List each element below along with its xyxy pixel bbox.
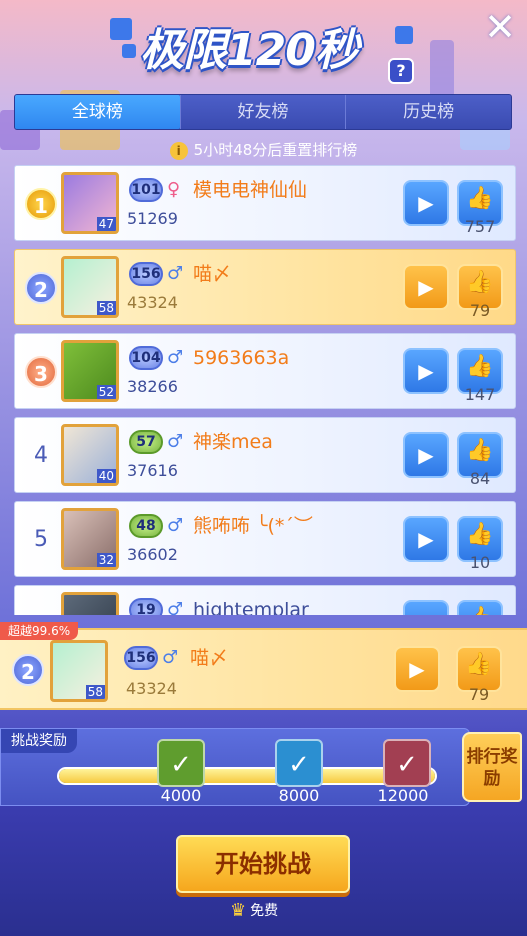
like-count: 10 [469,553,491,572]
rank-medal-silver-icon: 2 [12,654,44,686]
page-title: 极限120秒 [140,25,359,76]
male-gender-icon: ♂ [167,515,184,536]
leaderboard-tabs: 全球榜 好友榜 历史榜 [14,94,512,130]
avatar[interactable]: 52 [61,340,119,402]
beat-percent-badge: 超越99.6% [0,622,79,640]
replay-video-button[interactable]: ▶ [403,348,449,394]
player-score: 36602 [127,545,178,564]
gift-box-icon[interactable]: ✓ [383,739,431,787]
level-badge: 19 [129,598,163,615]
male-gender-icon: ♂ [167,347,184,368]
rank-number: 4 [34,443,48,468]
replay-video-button[interactable]: ▶ [403,432,449,478]
player-name: 5963663a [193,347,290,369]
avatar-level: 58 [96,301,116,315]
free-label: 免费 [250,903,279,919]
avatar-level: 40 [96,469,116,483]
replay-video-button[interactable]: ▶ [394,646,440,692]
rank-medal-bronze-icon: 3 [25,356,57,388]
player-name: 神楽mea [193,431,273,453]
my-rank-row[interactable]: 超越99.6% 2 58 156 ♂ 喵〆 43324 ▶ 👍 79 [0,622,527,710]
gift-box-icon[interactable]: ✓ [275,739,323,787]
avatar-level: 32 [96,553,116,567]
male-gender-icon: ♂ [167,431,184,452]
reward-progress-bar [57,767,437,785]
tab-global[interactable]: 全球榜 [15,95,180,129]
level-badge: 101 [129,178,163,202]
leaderboard-list[interactable]: 1 47 101 ♀ 模电电神仙仙 51269 ▶ 👍 757 2 58 156… [14,165,516,615]
rank-number: 5 [34,527,48,552]
challenge-reward-title: 挑战奖励 [1,729,77,753]
player-name: 模电电神仙仙 [193,179,308,201]
player-name: 喵〆 [193,263,232,285]
milestone-label: 4000 [160,786,202,805]
avatar[interactable]: 58 [50,640,108,702]
header: 极限120秒 ? ✕ [0,0,527,92]
avatar-level: 47 [96,217,116,231]
like-button[interactable]: 👍 [457,600,503,615]
crown-icon: ♛ [230,900,247,921]
avatar-level: 58 [85,685,105,699]
rank-medal-silver-icon: 2 [25,272,57,304]
avatar[interactable]: 47 [61,172,119,234]
rank-reward-button[interactable]: 排行奖励 [462,732,522,802]
player-score: 37616 [127,461,178,480]
reward-progress-fill [59,769,435,783]
challenge-reward-panel: 挑战奖励 ✓ ✓ ✓ 4000 8000 12000 [0,728,470,806]
leaderboard-row[interactable]: 3 52 104 ♂ 5963663a 38266 ▶ 👍 147 [14,333,516,409]
like-count: 147 [464,385,496,404]
avatar[interactable] [61,592,119,615]
gift-box-icon[interactable]: ✓ [157,739,205,787]
close-button[interactable]: ✕ [482,8,518,46]
reset-notice-text: 5小时48分后重置排行榜 [193,141,358,159]
level-badge: 48 [129,514,163,538]
tab-history[interactable]: 历史榜 [345,95,511,129]
player-score: 38266 [127,377,178,396]
like-count: 79 [469,301,491,320]
like-count: 79 [468,685,490,704]
leaderboard-row[interactable]: 19 ♂ hightemplar ▶ 👍 [14,585,516,615]
rank-medal-gold-icon: 1 [25,188,57,220]
player-score: 43324 [127,293,178,312]
leaderboard-row[interactable]: 2 58 156 ♂ 喵〆 43324 ▶ 👍 79 [14,249,516,325]
like-count: 757 [464,217,496,236]
male-gender-icon: ♂ [162,647,179,668]
like-count: 84 [469,469,491,488]
replay-video-button[interactable]: ▶ [403,180,449,226]
tab-friends[interactable]: 好友榜 [179,95,346,129]
level-badge: 57 [129,430,163,454]
male-gender-icon: ♂ [167,599,184,615]
milestone-label: 12000 [377,786,429,805]
level-badge: 156 [124,646,158,670]
avatar[interactable]: 40 [61,424,119,486]
female-gender-icon: ♀ [167,179,181,200]
replay-video-button[interactable]: ▶ [403,600,449,615]
avatar-level: 52 [96,385,116,399]
leaderboard-row[interactable]: 4 40 57 ♂ 神楽mea 37616 ▶ 👍 84 [14,417,516,493]
avatar[interactable]: 58 [61,256,119,318]
start-challenge-button[interactable]: 开始挑战 [176,835,350,893]
player-name: 喵〆 [190,647,229,669]
level-badge: 104 [129,346,163,370]
help-button[interactable]: ? [388,58,414,84]
player-score: 43324 [126,679,177,698]
info-icon: i [169,141,188,160]
leaderboard-row[interactable]: 1 47 101 ♀ 模电电神仙仙 51269 ▶ 👍 757 [14,165,516,241]
player-name: 熊咘咘 ╰(*´︶ [193,515,313,537]
replay-video-button[interactable]: ▶ [403,264,449,310]
milestone-label: 8000 [278,786,320,805]
player-name: hightemplar [193,599,309,615]
leaderboard-row[interactable]: 5 32 48 ♂ 熊咘咘 ╰(*´︶ 36602 ▶ 👍 10 [14,501,516,577]
level-badge: 156 [129,262,163,286]
player-score: 51269 [127,209,178,228]
reset-notice: i 5小时48分后重置排行榜 [0,138,527,162]
replay-video-button[interactable]: ▶ [403,516,449,562]
male-gender-icon: ♂ [167,263,184,284]
avatar[interactable]: 32 [61,508,119,570]
free-indicator: ♛ 免费 [230,898,310,924]
rank-reward-label: 排行奖励 [466,747,518,789]
